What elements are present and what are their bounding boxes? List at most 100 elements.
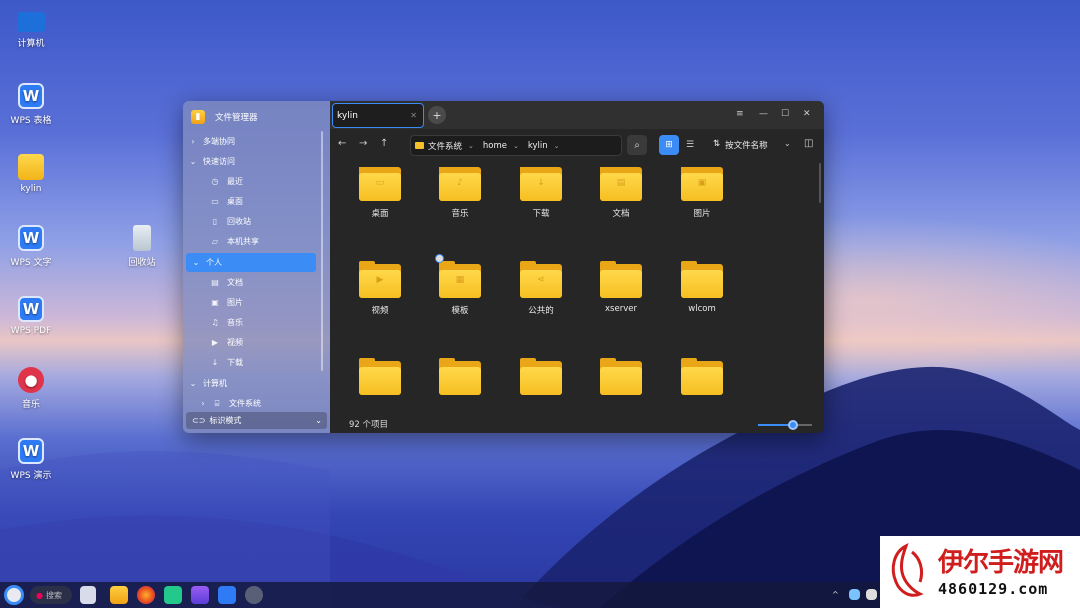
tab-label: kylin <box>337 110 358 121</box>
sidebar-item-documents[interactable]: ▤ 文档 <box>183 273 323 292</box>
desktop-icon-music[interactable]: ● 音乐 <box>1 367 61 410</box>
folder-item[interactable] <box>340 358 420 401</box>
folder-item[interactable]: ↓ 下载 <box>501 167 581 219</box>
folder-item[interactable]: wlcom <box>662 261 742 314</box>
chevron-down-icon[interactable]: ⌄ <box>468 142 474 150</box>
folder-item[interactable]: xserver <box>581 261 661 314</box>
list-view-icon[interactable]: ☰ <box>680 135 700 155</box>
tray-expand-icon[interactable]: ^ <box>832 590 839 599</box>
music-note-icon: ♫ <box>211 318 219 327</box>
folder-item[interactable]: ⋖ 公共的 <box>501 261 581 316</box>
folder-item[interactable] <box>501 358 581 401</box>
taskbar-search[interactable]: ● 搜索 <box>30 586 72 604</box>
sidebar-item-trash[interactable]: ▯ 回收站 <box>183 212 323 231</box>
desktop-icon-label: WPS 演示 <box>10 471 52 481</box>
sidebar-item-local-share[interactable]: ▱ 本机共享 <box>183 232 323 251</box>
folder-item[interactable]: ▤ 文档 <box>581 167 661 219</box>
file-manager-taskbar-icon[interactable] <box>110 586 128 604</box>
tab-bar: kylin ✕ + ≡ — ☐ ✕ <box>330 101 824 129</box>
desktop-icon-kylin-folder[interactable]: kylin <box>1 154 61 194</box>
up-button[interactable]: ↑ <box>380 138 388 149</box>
breadcrumb[interactable]: 文件系统 ⌄ home ⌄ kylin ⌄ <box>410 135 622 156</box>
trash-icon <box>133 225 151 251</box>
folder-item[interactable] <box>420 358 500 401</box>
breadcrumb-item[interactable]: kylin <box>528 141 548 151</box>
wps-pdf-icon: W <box>18 296 44 322</box>
desktop-icon-trash[interactable]: 回收站 <box>112 225 172 268</box>
desktop-icon-wps-sheet[interactable]: W WPS 表格 <box>1 83 61 126</box>
search-icon[interactable]: ⌕ <box>627 135 647 155</box>
folder-item[interactable] <box>662 358 742 401</box>
folder-icon <box>681 261 723 298</box>
sidebar-group-computer[interactable]: ⌄ 计算机 <box>183 374 323 393</box>
maximize-icon[interactable]: ☐ <box>781 109 789 119</box>
sidebar-item-pictures[interactable]: ▣ 图片 <box>183 293 323 312</box>
software-store-icon[interactable] <box>191 586 209 604</box>
content-scrollbar[interactable] <box>819 163 821 203</box>
template-emblem-icon: ▦ <box>455 275 465 285</box>
chevron-down-icon[interactable]: ⌄ <box>554 142 560 150</box>
folder-share-icon: ▱ <box>211 237 219 246</box>
settings-icon[interactable] <box>245 586 263 604</box>
folder-item[interactable]: ♪ 音乐 <box>420 167 500 219</box>
sidebar-item-recent[interactable]: ◷ 最近 <box>183 172 323 191</box>
folder-item[interactable]: ▭ 桌面 <box>340 167 420 219</box>
new-tab-button[interactable]: + <box>428 106 446 124</box>
chevron-down-icon[interactable]: ⌄ <box>784 139 791 148</box>
close-window-icon[interactable]: ✕ <box>803 109 811 119</box>
chevron-down-icon: ⌄ <box>315 416 322 425</box>
desktop-icon-wps-presentation[interactable]: W WPS 演示 <box>1 438 61 481</box>
folder-icon <box>18 154 44 180</box>
sidebar-group-personal[interactable]: ⌄ 个人 <box>186 253 316 272</box>
desktop-icon-computer[interactable]: 计算机 <box>1 12 61 49</box>
menu-icon[interactable]: ≡ <box>736 109 744 119</box>
sort-icon: ⇅ <box>713 139 721 149</box>
side-pane-icon[interactable]: ◫ <box>804 138 813 149</box>
start-menu-button[interactable] <box>4 585 24 605</box>
tab-kylin[interactable]: kylin ✕ <box>332 103 424 128</box>
wps-icon[interactable] <box>218 586 236 604</box>
clock-icon: ◷ <box>211 177 219 186</box>
breadcrumb-item[interactable]: home <box>483 141 507 151</box>
folder-name: 下载 <box>532 209 550 219</box>
sidebar-item-videos[interactable]: ▶ 视频 <box>183 333 323 352</box>
sidebar-item-music[interactable]: ♫ 音乐 <box>183 313 323 332</box>
sidebar-group-multi-device[interactable]: › 多端协同 <box>183 132 323 151</box>
sidebar-item-downloads[interactable]: ↓ 下载 <box>183 353 323 372</box>
mode-selector[interactable]: ⊂⊃ 标识模式 ⌄ <box>186 412 327 429</box>
grid-view-icon[interactable]: ⊞ <box>659 135 679 155</box>
search-icon: ● <box>36 590 43 600</box>
zoom-slider-handle[interactable] <box>788 420 799 430</box>
watermark: 伊尔手游网 4860129.com <box>880 536 1080 608</box>
folder-item[interactable]: ▶ 视频 <box>340 261 420 316</box>
chevron-down-icon[interactable]: ⌄ <box>513 142 519 150</box>
sidebar-item-desktop[interactable]: ▭ 桌面 <box>183 192 323 211</box>
zoom-slider[interactable] <box>758 420 812 430</box>
folder-item[interactable] <box>581 358 661 401</box>
sidebar-item-filesystem[interactable]: › ⌸ 文件系统 <box>183 394 323 413</box>
folder-icon: ▦ <box>435 254 481 298</box>
folder-icon <box>600 358 642 395</box>
sidebar-item-label: 文件系统 <box>229 399 261 408</box>
folder-name: xserver <box>605 304 637 314</box>
sort-button[interactable]: ⇅ 按文件名称 <box>713 139 768 151</box>
multitask-view-icon[interactable] <box>80 586 96 604</box>
folder-item[interactable]: ▦ 模板 <box>420 254 500 316</box>
minimize-icon[interactable]: — <box>759 109 768 119</box>
firefox-icon[interactable] <box>137 586 155 604</box>
drive-icon: ⌸ <box>214 398 220 408</box>
folder-item[interactable]: ▣ 图片 <box>662 167 742 219</box>
breadcrumb-item[interactable]: 文件系统 <box>428 140 462 152</box>
forward-button[interactable]: → <box>359 138 367 149</box>
tray-app-icon[interactable] <box>849 589 860 600</box>
sidebar-group-label: 计算机 <box>203 379 227 388</box>
desktop-icon-wps-pdf[interactable]: W WPS PDF <box>1 296 61 336</box>
chevron-down-icon: ⌄ <box>189 157 197 166</box>
desktop-icon-wps-writer[interactable]: W WPS 文字 <box>1 225 61 268</box>
close-tab-icon[interactable]: ✕ <box>410 111 417 120</box>
sidebar-group-quick-access[interactable]: ⌄ 快速访问 <box>183 152 323 171</box>
sidebar-scrollbar[interactable] <box>321 131 323 371</box>
messaging-app-icon[interactable] <box>164 586 182 604</box>
tray-network-icon[interactable] <box>866 589 877 600</box>
back-button[interactable]: ← <box>338 138 346 149</box>
